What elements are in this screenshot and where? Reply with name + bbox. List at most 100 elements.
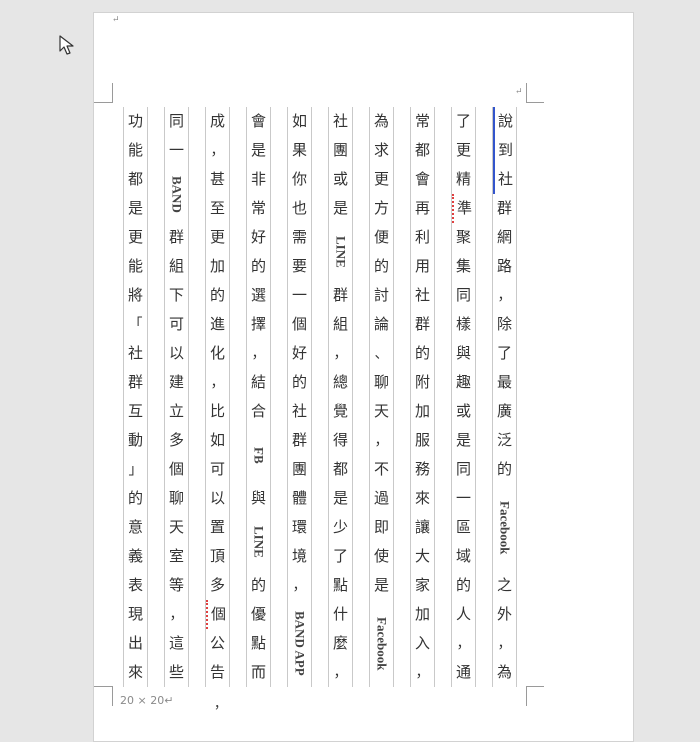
grid-cell: 同 (455, 286, 471, 304)
grid-cell: 表 (127, 576, 143, 594)
grid-cell: 附 (414, 373, 430, 391)
grid-cell: 加 (414, 402, 430, 420)
manuscript-grid[interactable]: 說到社群網路，除了最廣泛的 Facebook 之外，為了更精準聚集同樣與趣或是同一區… (115, 107, 525, 687)
grid-cell: 要 (291, 257, 307, 275)
latin-word: Facebook (497, 500, 513, 555)
grid-cell: 結 (250, 373, 266, 391)
grid-cell: 擇 (250, 315, 266, 333)
grid-cell: ， (497, 287, 512, 304)
grid-cell: ， (374, 432, 389, 449)
grid-cell: 了 (332, 547, 348, 565)
grid-cell: 總 (332, 373, 348, 391)
text-column: 社團或是 LINE 群組，總覺得都是少了點什麼， (320, 107, 361, 687)
grid-cell: 非 (250, 170, 266, 188)
grid-cell: 頂 (209, 547, 225, 565)
grid-cell: 這 (168, 634, 184, 652)
latin-word: BAND APP (292, 611, 308, 676)
grid-cell: 會 (250, 112, 266, 130)
grid-cell: 是 (455, 431, 471, 449)
grid-cell: 用 (414, 257, 430, 275)
grid-cell: 甚 (209, 170, 225, 188)
text-column: 為求更方便的討論、聊天 ， 不過即使是 Facebook (361, 107, 402, 687)
grid-cell: 來 (414, 489, 430, 507)
grid-cell: 論 (373, 315, 389, 333)
grid-cell: 社 (414, 286, 430, 304)
grid-cell: 少 (332, 518, 348, 536)
grid-cell: 的 (250, 576, 266, 594)
grid-cell: 好 (291, 344, 307, 362)
grid-cell: 的 (496, 460, 512, 478)
grid-cell: 的 (373, 257, 389, 275)
grid-cell: 立 (168, 402, 184, 420)
grid-cell: 群 (291, 431, 307, 449)
document-page[interactable]: ↵ ↵ 說到社群網路，除了最廣泛的 Facebook 之外，為了更精準聚集同樣與趣或… (93, 12, 634, 742)
grid-cell: 一 (291, 286, 307, 304)
text-column: 說到社群網路 ， 除了最廣泛的 Facebook 之外 ， 為 (484, 107, 525, 687)
grid-cell: 更 (373, 170, 389, 188)
grid-cell: 家 (414, 576, 430, 594)
crop-mark (112, 83, 113, 103)
grid-cell: 出 (127, 634, 143, 652)
grid-cell: 」 (128, 461, 143, 478)
grid-cell: 到 (492, 136, 517, 165)
grid-cell: 你 (291, 170, 307, 188)
grid-cell: 社 (291, 402, 307, 420)
grid-cell: 義 (127, 547, 143, 565)
grid-cell: 至 (209, 199, 225, 217)
rotated-cell: FB (247, 426, 271, 484)
grid-cell: 群 (127, 373, 143, 391)
grid-cell: 「 (128, 316, 143, 333)
grid-cell: 需 (291, 228, 307, 246)
rotated-cell: LINE (247, 513, 271, 571)
grid-cell: 比 (209, 402, 225, 420)
grid-cell: 準 (451, 194, 476, 223)
grid-cell: 求 (373, 141, 389, 159)
grid-cell: 群 (496, 199, 512, 217)
grid-cell: 或 (455, 402, 471, 420)
grid-cell: 以 (168, 344, 184, 362)
grid-cell: 體 (291, 489, 307, 507)
grid-cell: 合 (250, 402, 266, 420)
grid-cell: 更 (209, 228, 225, 246)
grid-cell: 互 (127, 402, 143, 420)
grid-cell: ， (292, 577, 307, 594)
grid-size-label: 20 × 20↵ (120, 694, 174, 707)
grid-cell: 果 (291, 141, 307, 159)
grid-cell: 利 (414, 228, 430, 246)
grid-cell: 多 (209, 576, 225, 594)
text-column: 如果你也需要一個好的社群團體環境 ， BAND APP (279, 107, 320, 687)
latin-word: Facebook (374, 616, 390, 671)
crop-mark (112, 686, 113, 706)
grid-cell: 說 (492, 107, 517, 136)
grid-cell: 可 (209, 460, 225, 478)
grid-cell: 組 (332, 315, 348, 333)
grid-cell: 的 (127, 489, 143, 507)
grid-cell: 動 (127, 431, 143, 449)
grid-cell: ， (497, 635, 512, 652)
grid-cell: 建 (168, 373, 184, 391)
grid-cell: 什 (332, 605, 348, 623)
grid-cell: 室 (168, 547, 184, 565)
grid-cell: 是 (332, 199, 348, 217)
text-column: 同一 BAND 群組下可以建立多個聊天室等 ， 這些 (156, 107, 197, 687)
grid-cell: 更 (127, 228, 143, 246)
rotated-cell: BAND (165, 165, 189, 223)
grid-cell: 公 (209, 634, 225, 652)
grid-cell: 多 (168, 431, 184, 449)
crop-mark (526, 686, 544, 687)
grid-cell: 了 (455, 112, 471, 130)
mouse-pointer-icon (59, 35, 74, 55)
text-column: 成 ， 甚至更加的進化 ， 比如可以置頂多個公告 (197, 107, 238, 687)
grid-cell: 告 (209, 663, 225, 681)
grid-cell: ， (415, 664, 430, 681)
grid-cell: 域 (455, 547, 471, 565)
grid-cell: 都 (332, 460, 348, 478)
grid-cell: 選 (250, 286, 266, 304)
grid-cell: 方 (373, 199, 389, 217)
grid-cell: 討 (373, 286, 389, 304)
grid-cell: 進 (209, 315, 225, 333)
grid-cell: 也 (291, 199, 307, 217)
grid-cell: 能 (127, 141, 143, 159)
rotated-cell: Facebook (370, 600, 394, 687)
grid-cell: 團 (332, 141, 348, 159)
